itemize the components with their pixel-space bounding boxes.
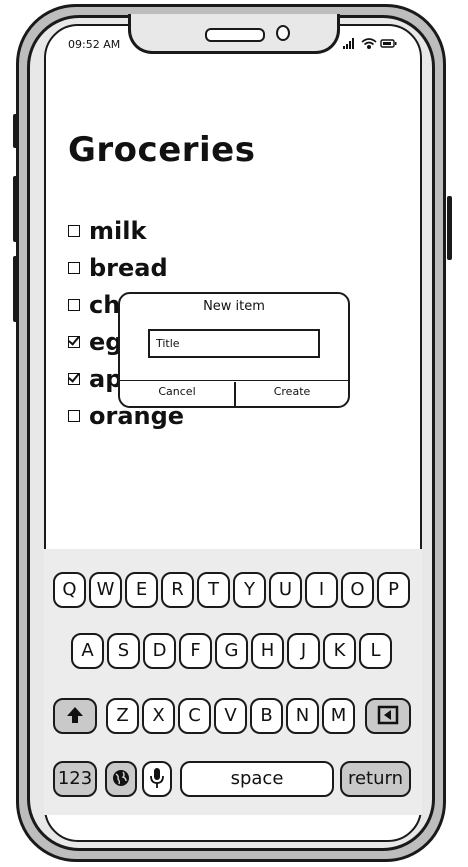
page-title: Groceries — [68, 130, 256, 170]
key-c[interactable]: C — [178, 698, 211, 734]
key-g[interactable]: G — [215, 633, 248, 669]
key-b[interactable]: B — [250, 698, 283, 734]
volume-down-button — [13, 176, 18, 242]
dialog-divider — [120, 380, 348, 381]
microphone-key[interactable] — [142, 761, 172, 797]
key-l[interactable]: L — [359, 633, 392, 669]
key-x[interactable]: X — [142, 698, 175, 734]
list-item[interactable]: milk — [68, 212, 388, 249]
shift-arrow-icon — [67, 707, 83, 723]
item-label: milk — [89, 216, 147, 245]
wifi-icon — [361, 38, 377, 50]
key-d[interactable]: D — [143, 633, 176, 669]
key-w[interactable]: W — [89, 572, 122, 608]
microphone-icon — [150, 768, 164, 788]
item-checkbox[interactable] — [68, 224, 80, 237]
key-e[interactable]: E — [125, 572, 158, 608]
front-camera — [276, 25, 290, 41]
cancel-button[interactable]: Cancel — [120, 382, 234, 406]
key-m[interactable]: M — [322, 698, 355, 734]
key-p[interactable]: P — [377, 572, 410, 608]
backspace-icon — [377, 705, 399, 725]
key-a[interactable]: A — [71, 633, 104, 669]
key-t[interactable]: T — [197, 572, 230, 608]
globe-icon — [113, 770, 129, 786]
key-h[interactable]: H — [251, 633, 284, 669]
battery-icon — [380, 39, 397, 48]
key-u[interactable]: U — [269, 572, 302, 608]
signal-icon — [343, 38, 354, 49]
item-checkbox[interactable] — [68, 335, 80, 348]
power-button — [447, 196, 452, 260]
key-q[interactable]: Q — [53, 572, 86, 608]
key-r[interactable]: R — [161, 572, 194, 608]
key-y[interactable]: Y — [233, 572, 266, 608]
volume-up-button — [13, 114, 18, 148]
list-item[interactable]: bread — [68, 249, 388, 286]
key-o[interactable]: O — [341, 572, 374, 608]
space-key[interactable]: space — [180, 761, 334, 797]
key-j[interactable]: J — [287, 633, 320, 669]
title-input[interactable] — [148, 329, 320, 358]
return-key[interactable]: return — [340, 761, 411, 797]
numbers-key[interactable]: 123 — [53, 761, 97, 797]
status-time: 09:52 AM — [68, 38, 121, 51]
status-icons — [343, 38, 397, 50]
key-f[interactable]: F — [179, 633, 212, 669]
create-button[interactable]: Create — [234, 382, 348, 406]
key-n[interactable]: N — [286, 698, 319, 734]
item-checkbox[interactable] — [68, 409, 80, 422]
item-label: ch — [89, 290, 121, 319]
globe-key[interactable] — [105, 761, 137, 797]
backspace-key[interactable] — [365, 698, 411, 734]
item-checkbox[interactable] — [68, 261, 80, 274]
key-i[interactable]: I — [305, 572, 338, 608]
key-z[interactable]: Z — [106, 698, 139, 734]
shift-key[interactable] — [53, 698, 97, 734]
key-k[interactable]: K — [323, 633, 356, 669]
key-s[interactable]: S — [107, 633, 140, 669]
key-v[interactable]: V — [214, 698, 247, 734]
new-item-dialog: New item Cancel Create — [118, 292, 350, 408]
on-screen-keyboard: Q W E R T Y U I O P A S D F G H J K L Z … — [44, 549, 422, 815]
mute-switch — [13, 256, 18, 322]
item-checkbox[interactable] — [68, 298, 80, 311]
item-checkbox[interactable] — [68, 372, 80, 385]
item-label: bread — [89, 253, 168, 282]
dialog-title: New item — [203, 299, 265, 314]
speaker-grille — [205, 28, 265, 42]
